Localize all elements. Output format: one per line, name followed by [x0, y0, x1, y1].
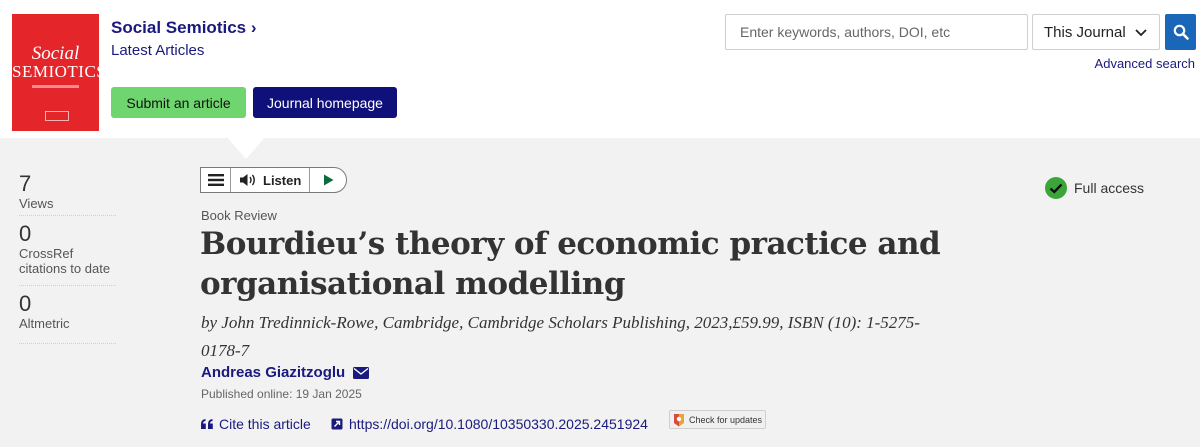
chevron-right-icon: ›	[250, 18, 257, 37]
article-type: Book Review	[201, 208, 277, 223]
metric-views: 7 Views	[19, 170, 116, 216]
journal-cover-image[interactable]: Social SEMIOTICS	[12, 14, 99, 131]
search-button[interactable]	[1165, 14, 1196, 50]
menu-icon	[207, 174, 224, 186]
article-metrics: 7 Views 0 CrossRef citations to date 0 A…	[19, 170, 116, 344]
search-icon	[1173, 24, 1189, 40]
journal-name: Social Semiotics	[111, 18, 247, 37]
play-icon	[323, 174, 333, 186]
doi-url: https://doi.org/10.1080/10350330.2025.24…	[349, 416, 648, 432]
envelope-icon[interactable]	[353, 366, 370, 379]
submit-article-button[interactable]: Submit an article	[111, 87, 246, 118]
journal-homepage-button[interactable]: Journal homepage	[253, 87, 397, 118]
doi-link[interactable]: https://doi.org/10.1080/10350330.2025.24…	[331, 416, 648, 432]
check-circle-icon	[1045, 177, 1067, 199]
quote-icon	[201, 419, 213, 429]
speaker-icon	[240, 174, 255, 186]
author-name: Andreas Giazitzoglu	[201, 364, 346, 381]
search-input[interactable]	[725, 14, 1028, 50]
book-details: by John Tredinnick-Rowe, Cambridge, Camb…	[201, 313, 920, 360]
journal-header: Social SEMIOTICS Social Semiotics › Late…	[0, 0, 1200, 138]
metric-value: 7	[19, 171, 32, 196]
cover-title-line1: Social	[31, 43, 80, 64]
published-date: Published online: 19 Jan 2025	[201, 387, 362, 401]
publisher-logo-icon	[45, 111, 69, 121]
check-for-updates-button[interactable]: Check for updates	[669, 410, 766, 429]
cite-label: Cite this article	[219, 416, 311, 432]
metric-crossref[interactable]: 0 CrossRef citations to date	[19, 216, 116, 286]
metric-value: 0	[19, 221, 32, 246]
play-button[interactable]	[310, 168, 346, 192]
cover-title-line2: SEMIOTICS	[12, 62, 99, 81]
listen-player: Listen	[200, 167, 347, 193]
cite-article-link[interactable]: Cite this article	[201, 416, 311, 432]
header-pointer	[226, 136, 266, 159]
search-scope-select[interactable]: This Journal	[1032, 14, 1160, 50]
metric-label: Altmetric	[19, 316, 70, 331]
search-scope-value: This Journal	[1044, 23, 1126, 41]
listen-menu-button[interactable]	[201, 168, 231, 192]
full-access-label: Full access	[1074, 180, 1145, 196]
metric-altmetric[interactable]: 0 Altmetric	[19, 286, 116, 344]
article-title: Bourdieu’s theory of economic practice a…	[200, 226, 941, 302]
listen-label: Listen	[263, 172, 302, 188]
check-for-updates-label: Check for updates	[689, 414, 763, 425]
listen-button[interactable]: Listen	[231, 168, 310, 192]
latest-articles-link[interactable]: Latest Articles	[111, 42, 204, 59]
chevron-down-icon	[1135, 29, 1147, 37]
author-link[interactable]: Andreas Giazitzoglu	[201, 364, 370, 381]
full-access-indicator: Full access	[1045, 177, 1144, 199]
external-link-icon	[331, 418, 343, 430]
journal-name-link[interactable]: Social Semiotics ›	[111, 18, 257, 38]
metric-value: 0	[19, 291, 32, 316]
advanced-search-link[interactable]: Advanced search	[1095, 56, 1195, 71]
metric-label: Views	[19, 196, 54, 211]
cover-stripe	[32, 85, 79, 88]
metric-label: CrossRef citations to date	[19, 246, 111, 276]
crossmark-icon	[674, 413, 684, 426]
